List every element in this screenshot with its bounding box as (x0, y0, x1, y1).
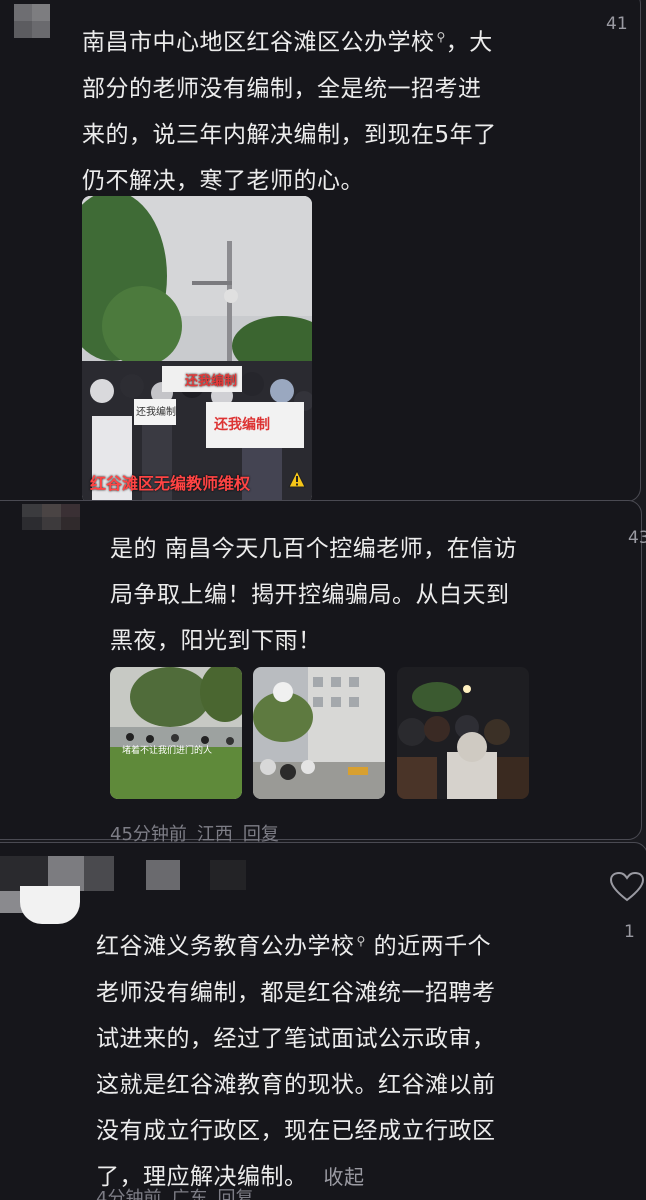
comment-text-link[interactable]: 红谷滩义务教育公办学校 (96, 934, 355, 960)
heart-icon[interactable] (610, 872, 644, 902)
avatar[interactable] (14, 4, 50, 38)
like-count: 41 (606, 14, 628, 34)
like-count: 43 (628, 528, 646, 548)
comment-text[interactable]: 南昌市中心地区红谷滩区公办学校 ⚲，大 部分的老师没有编制，全是统一招考进 来的，… (82, 14, 602, 204)
avatar[interactable] (0, 856, 250, 926)
sign-text-left: 还我编制 (136, 407, 176, 418)
warning-icon (288, 470, 306, 488)
sign-text-top: 还我编制 (185, 374, 238, 389)
comment-text-body: 的近两千个 老师没有编制，都是红谷滩统一招聘考 试进来的，经过了笔试面试公示政审… (96, 933, 496, 1190)
comment-image-2[interactable] (253, 667, 385, 799)
time-text: 4分钟前 (96, 1188, 162, 1200)
comment-image-1[interactable]: 堵着不让我们进门的人 (110, 667, 242, 799)
search-icon[interactable]: ⚲ (437, 30, 446, 44)
comment-meta: 4分钟前 广东 回复 (96, 1184, 263, 1200)
collapse-button[interactable]: 收起 (324, 1165, 365, 1189)
comment-text-link[interactable]: 南昌市中心地区红谷滩区公办学校 (82, 30, 435, 56)
image-caption: 堵着不让我们进门的人 (122, 746, 213, 756)
avatar[interactable] (22, 504, 80, 530)
search-icon[interactable]: ⚲ (357, 934, 366, 948)
location-text: 广东 (171, 1188, 208, 1200)
sign-text-main: 还我编制 (214, 417, 270, 433)
image-caption: 红谷滩区无编教师维权 (90, 474, 251, 493)
comment-text[interactable]: 是的 南昌今天几百个控编老师，在信访 局争取上编！揭开控编骗局。从白天到 黑夜，… (110, 526, 610, 664)
comment-image-3[interactable] (397, 667, 529, 799)
comment-image[interactable]: 还我编制 还我编制 还我编制 红谷滩区无编教师维权 (82, 196, 312, 503)
reply-button[interactable]: 回复 (217, 1188, 253, 1200)
comment-text[interactable]: 红谷滩义务教育公办学校 ⚲ 的近两千个 老师没有编制，都是红谷滩统一招聘考 试进来… (96, 918, 626, 1200)
